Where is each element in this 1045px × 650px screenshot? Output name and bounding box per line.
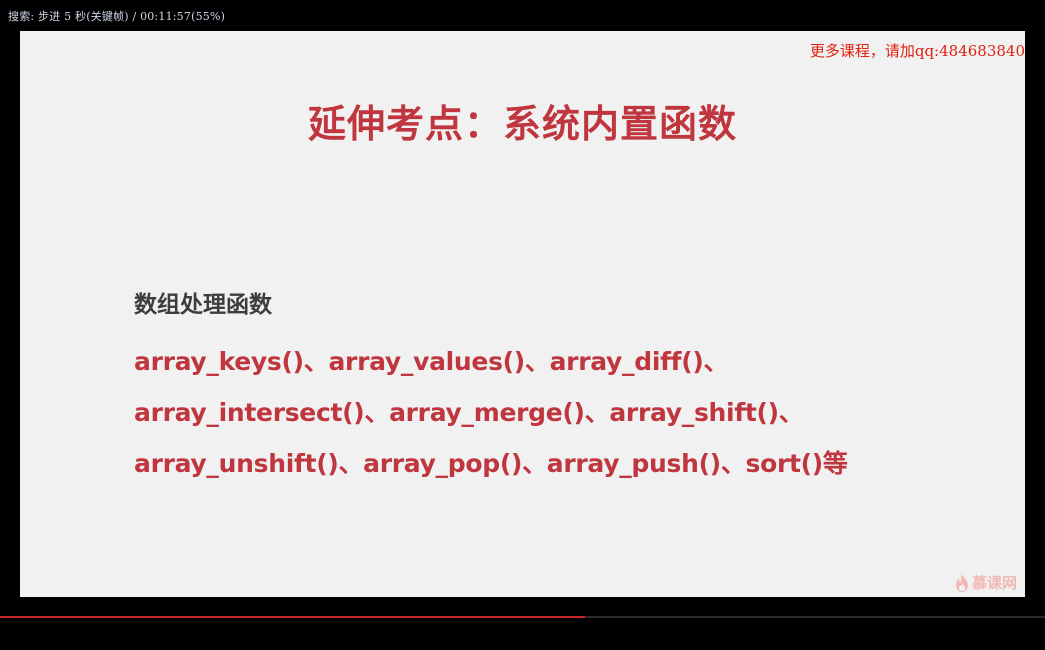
section-heading: 数组处理函数 bbox=[134, 292, 272, 318]
progress-bar-fill bbox=[0, 616, 586, 618]
function-list-line-2: array_intersect()、array_merge()、array_sh… bbox=[134, 398, 804, 427]
osd-status-text: 搜索: 步进 5 秒(关键帧) / 00:11:57(55%) bbox=[8, 10, 226, 23]
progress-bar[interactable] bbox=[0, 616, 1045, 618]
video-player[interactable]: 搜索: 步进 5 秒(关键帧) / 00:11:57(55%) 更多课程，请加q… bbox=[0, 0, 1045, 650]
watermark-text: 更多课程，请加qq:484683840 bbox=[809, 42, 1025, 60]
function-list-line-3: array_unshift()、array_pop()、array_push()… bbox=[134, 449, 848, 478]
flame-icon bbox=[955, 573, 969, 592]
brand-logo: 慕课网 bbox=[955, 572, 1017, 593]
logo-text: 慕课网 bbox=[971, 574, 1017, 592]
function-list-line-1: array_keys()、array_values()、array_diff()… bbox=[134, 347, 729, 376]
slide-title: 延伸考点：系统内置函数 bbox=[307, 102, 737, 146]
video-frame[interactable]: 更多课程，请加qq:484683840 延伸考点：系统内置函数 数组处理函数 a… bbox=[20, 31, 1025, 597]
